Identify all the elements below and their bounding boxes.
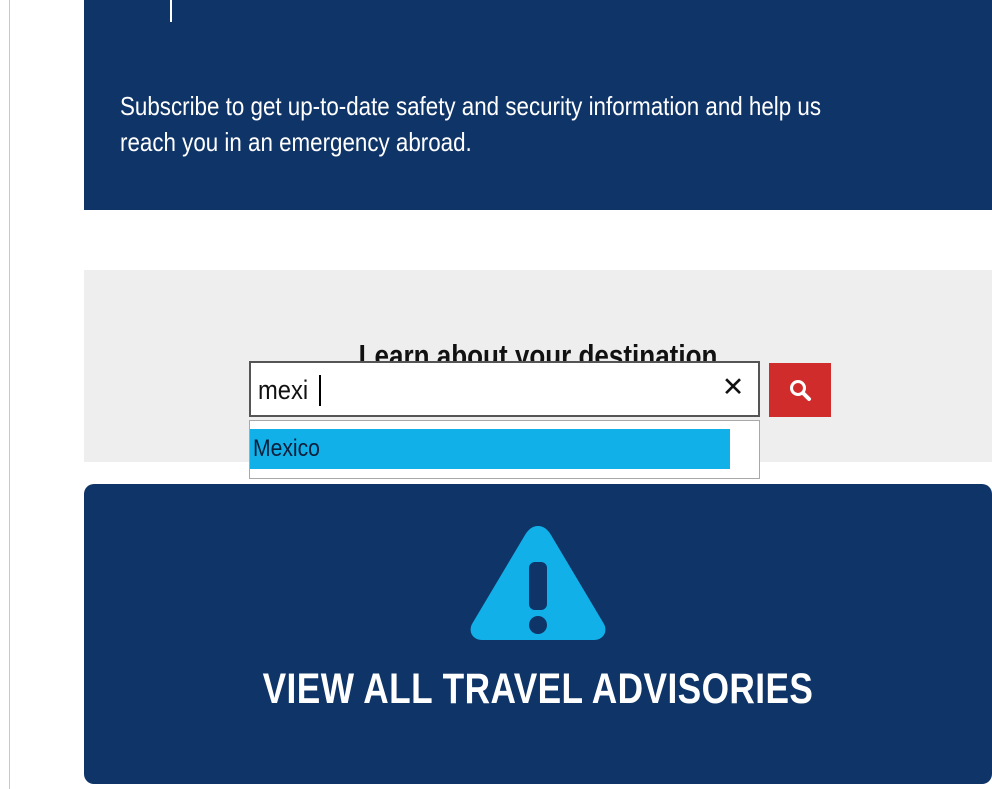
left-divider (9, 0, 10, 789)
page: Subscribe to get up-to-date safety and s… (0, 0, 992, 789)
banner-edge-bar (170, 0, 172, 22)
close-icon[interactable]: ✕ (716, 370, 750, 404)
search-button[interactable] (769, 363, 831, 417)
travel-advisories-link[interactable]: VIEW ALL TRAVEL ADVISORIES (84, 484, 992, 784)
warning-icon (470, 526, 606, 640)
destination-search-input[interactable]: mexi (249, 361, 760, 417)
advisories-label: VIEW ALL TRAVEL ADVISORIES (262, 665, 814, 713)
subscribe-message: Subscribe to get up-to-date safety and s… (120, 91, 822, 157)
suggestion-label: Mexico (253, 435, 320, 462)
suggestion-item[interactable]: Mexico (250, 429, 730, 469)
subscribe-banner[interactable]: Subscribe to get up-to-date safety and s… (84, 0, 992, 210)
text-caret (319, 375, 321, 406)
search-input-value: mexi (258, 375, 309, 405)
search-icon (790, 380, 811, 401)
